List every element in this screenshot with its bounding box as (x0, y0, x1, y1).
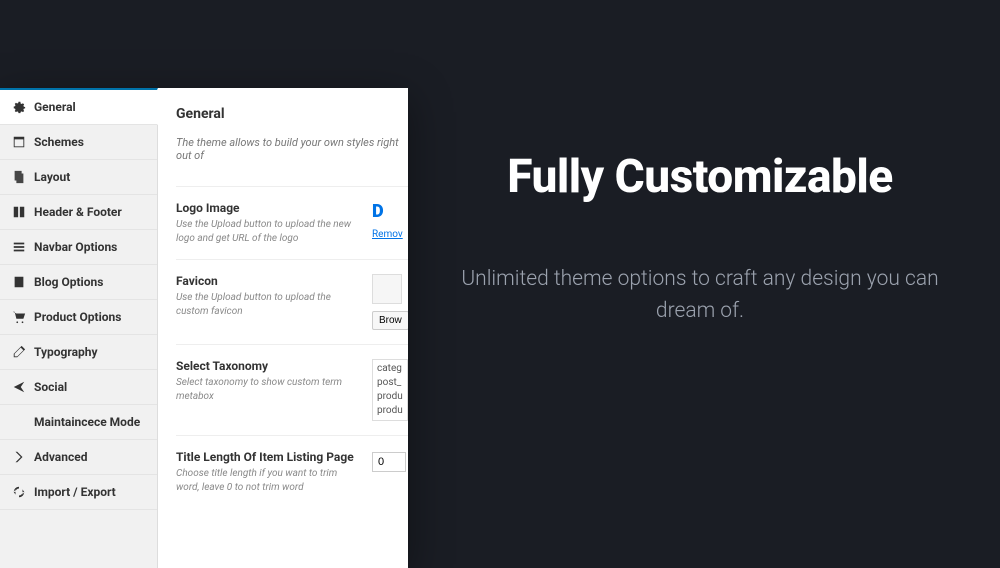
book-icon (12, 275, 26, 289)
gear-icon (12, 100, 26, 114)
sidebar-item-import-export[interactable]: Import / Export (0, 475, 157, 510)
sidebar-item-general[interactable]: General (0, 88, 158, 125)
sidebar-item-label: Header & Footer (34, 205, 122, 219)
taxonomy-select[interactable]: categ post_ produ produ (372, 359, 408, 421)
sidebar-item-label: Typography (34, 345, 98, 359)
pages-icon (12, 170, 26, 184)
taxonomy-option[interactable]: produ (377, 404, 403, 418)
field-title: Select Taxonomy (176, 359, 360, 373)
sidebar-item-label: Import / Export (34, 485, 116, 499)
sidebar-item-typography[interactable]: Typography (0, 335, 157, 370)
cart-icon (12, 310, 26, 324)
field-title: Title Length Of Item Listing Page (176, 450, 360, 464)
sidebar-item-label: Navbar Options (34, 240, 117, 254)
refresh-icon (12, 485, 26, 499)
field-favicon: Favicon Use the Upload button to upload … (176, 259, 408, 344)
browse-button[interactable]: Brow (372, 311, 408, 330)
chevron-icon (12, 450, 26, 464)
field-desc: Use the Upload button to upload the new … (176, 218, 360, 245)
sidebar-item-label: Product Options (34, 310, 121, 324)
remove-logo-link[interactable]: Remov (372, 229, 403, 240)
sidebar-item-advanced[interactable]: Advanced (0, 440, 157, 475)
field-title-length: Title Length Of Item Listing Page Choose… (176, 435, 408, 508)
field-desc: Use the Upload button to upload the cust… (176, 291, 360, 318)
share-icon (12, 380, 26, 394)
columns-icon (12, 205, 26, 219)
sidebar-item-label: Social (34, 380, 67, 394)
settings-panel: General Schemes Layout Header & Footer N… (0, 88, 408, 568)
page-title: General (176, 106, 408, 122)
field-desc: Select taxonomy to show custom term meta… (176, 376, 360, 403)
content-area: General The theme allows to build your o… (158, 88, 408, 568)
page-intro: The theme allows to build your own style… (176, 136, 408, 162)
title-length-input[interactable] (372, 452, 406, 472)
sidebar-item-header-footer[interactable]: Header & Footer (0, 195, 157, 230)
taxonomy-option[interactable]: post_ (377, 376, 403, 390)
tools-icon (12, 415, 26, 429)
sidebar-item-product[interactable]: Product Options (0, 300, 157, 335)
edit-icon (12, 345, 26, 359)
hero-title: Fully Customizable (440, 150, 960, 204)
field-logo: Logo Image Use the Upload button to uplo… (176, 186, 408, 259)
sidebar-item-label: Schemes (34, 135, 84, 149)
sidebar-item-layout[interactable]: Layout (0, 160, 157, 195)
sidebar-item-label: Layout (34, 170, 70, 184)
hero: Fully Customizable Unlimited theme optio… (440, 150, 960, 327)
sidebar-item-navbar[interactable]: Navbar Options (0, 230, 157, 265)
sidebar-item-label: General (34, 100, 76, 114)
taxonomy-option[interactable]: categ (377, 362, 403, 376)
field-desc: Choose title length if you want to trim … (176, 467, 360, 494)
sidebar: General Schemes Layout Header & Footer N… (0, 88, 158, 568)
favicon-preview (372, 274, 402, 304)
sidebar-item-social[interactable]: Social (0, 370, 157, 405)
logo-preview: D (372, 201, 408, 222)
hero-subtitle: Unlimited theme options to craft any des… (440, 264, 960, 327)
menu-icon (12, 240, 26, 254)
field-title: Logo Image (176, 201, 360, 215)
sidebar-item-label: Maintaincece Mode (34, 415, 140, 429)
field-taxonomy: Select Taxonomy Select taxonomy to show … (176, 344, 408, 435)
sidebar-item-label: Blog Options (34, 275, 103, 289)
sidebar-item-blog[interactable]: Blog Options (0, 265, 157, 300)
sidebar-item-label: Advanced (34, 450, 87, 464)
window-icon (12, 135, 26, 149)
field-title: Favicon (176, 274, 360, 288)
sidebar-item-maintenance[interactable]: Maintaincece Mode (0, 405, 157, 440)
sidebar-item-schemes[interactable]: Schemes (0, 125, 157, 160)
taxonomy-option[interactable]: produ (377, 390, 403, 404)
